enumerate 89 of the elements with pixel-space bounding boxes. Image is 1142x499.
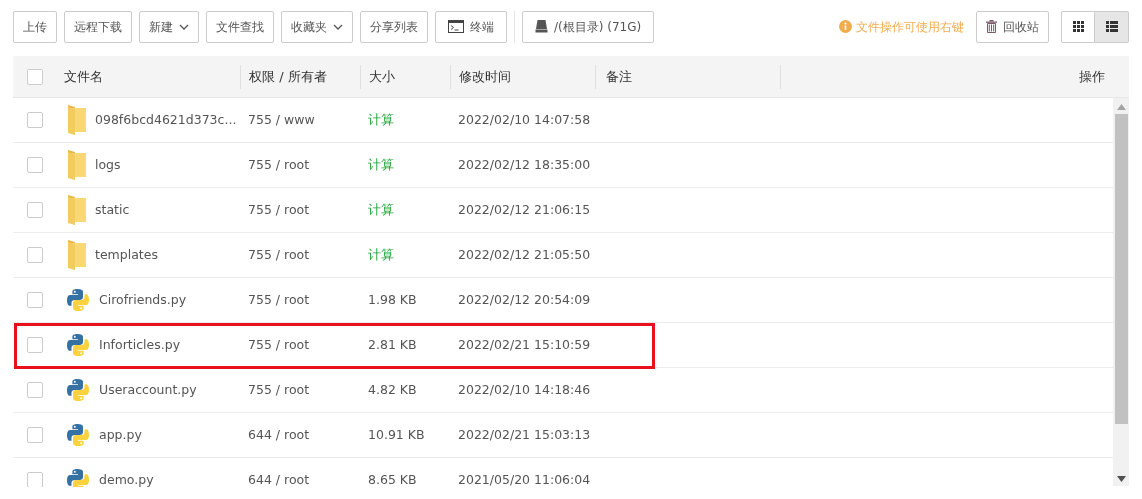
permission-text: 644 / root [248, 426, 310, 442]
toolbar-button[interactable]: 上传 [13, 10, 57, 43]
file-row[interactable]: app.py 644 / root 10.91 KB 2022/02/21 15:03:13 [13, 413, 1113, 458]
row-checkbox[interactable] [26, 427, 43, 443]
grid-icon [1072, 21, 1084, 32]
file-name[interactable]: demo.py [99, 470, 154, 487]
terminal-icon [448, 20, 464, 33]
list-view-button[interactable] [1095, 10, 1129, 43]
file-name[interactable]: Inforticles.py [99, 335, 181, 355]
file-name[interactable]: templates [95, 245, 158, 265]
caret-icon [179, 23, 189, 30]
column-header: 操作 [1079, 67, 1105, 86]
toolbar-button[interactable]: 远程下载 [64, 10, 132, 43]
column-header: 大小 [369, 67, 395, 86]
hint-text: 文件操作可使用右键 [856, 18, 964, 36]
file-row[interactable]: static 755 / root 计算 2022/02/12 21:06:15 [13, 188, 1113, 233]
permission-text: 755 / root [248, 291, 310, 307]
python-icon [66, 378, 90, 402]
modified-time: 2022/02/12 21:05:50 [458, 246, 591, 262]
file-row[interactable]: Useraccount.py 755 / root 4.82 KB 2022/02/10 14:18:46 [13, 368, 1113, 413]
modified-time: 2022/02/10 14:07:58 [458, 111, 591, 127]
column-header: 备注 [606, 67, 632, 86]
file-size: 2.81 KB [368, 336, 417, 352]
row-checkbox[interactable] [26, 472, 43, 487]
python-icon [66, 468, 90, 487]
modified-time: 2022/02/12 20:54:09 [458, 291, 591, 307]
scroll-up-icon[interactable] [1116, 104, 1126, 110]
drive-icon [535, 20, 548, 33]
modified-time: 2022/02/12 21:06:15 [458, 201, 591, 217]
file-name[interactable]: Useraccount.py [99, 380, 197, 400]
column-header: 文件名 [64, 67, 103, 86]
row-checkbox[interactable] [26, 337, 43, 353]
permission-text: 755 / root [248, 246, 310, 262]
python-icon [66, 333, 90, 357]
folder-icon [66, 195, 86, 225]
scrollbar-thumb[interactable] [1114, 114, 1128, 424]
row-checkbox[interactable] [26, 382, 43, 398]
list-icon [1105, 21, 1118, 32]
folder-icon [66, 150, 86, 180]
scroll-down-icon[interactable] [1116, 476, 1126, 482]
python-icon [66, 288, 90, 312]
grid-view-button[interactable] [1061, 10, 1095, 43]
file-row[interactable]: Cirofriends.py 755 / root 1.98 KB 2022/02/12 20:54:09 [13, 278, 1113, 323]
modified-time: 2022/02/21 15:10:59 [458, 336, 591, 352]
modified-time: 2022/02/10 14:18:46 [458, 381, 591, 397]
toolbar-button[interactable]: 终端 [435, 10, 507, 43]
recycle-bin-button[interactable]: 回收站 [976, 10, 1049, 43]
row-checkbox[interactable] [26, 157, 43, 173]
permission-text: 755 / root [248, 201, 310, 217]
file-row[interactable]: demo.py 644 / root 8.65 KB 2021/05/20 11:06:04 [13, 458, 1113, 487]
row-checkbox[interactable] [26, 112, 43, 128]
trash-icon [986, 20, 997, 33]
permission-text: 755 / www [248, 111, 315, 127]
toolbar-button[interactable]: 收藏夹 [281, 10, 353, 43]
file-size: 10.91 KB [368, 426, 425, 442]
toolbar-button[interactable]: 新建 [139, 10, 199, 43]
modified-time: 2022/02/21 15:03:13 [458, 426, 591, 442]
row-checkbox[interactable] [26, 292, 43, 308]
row-checkbox[interactable] [26, 247, 43, 263]
info-icon [839, 20, 852, 33]
permission-text: 755 / root [248, 381, 310, 397]
permission-text: 755 / root [248, 156, 310, 172]
folder-icon [66, 105, 86, 135]
column-header: 修改时间 [459, 67, 511, 86]
select-all-checkbox[interactable] [26, 68, 43, 85]
caret-icon [333, 23, 343, 30]
file-size: 4.82 KB [368, 381, 417, 397]
file-row[interactable]: templates 755 / root 计算 2022/02/12 21:05:50 [13, 233, 1113, 278]
column-header: 权限 / 所有者 [249, 67, 327, 86]
folder-icon [66, 240, 86, 270]
toolbar-button[interactable]: 文件查找 [206, 10, 274, 43]
file-name[interactable]: 098f6bcd4621d373c... [95, 110, 237, 130]
file-name[interactable]: Cirofriends.py [99, 290, 187, 310]
row-checkbox[interactable] [26, 202, 43, 218]
file-size: 1.98 KB [368, 291, 417, 307]
toolbar-button[interactable]: 分享列表 [360, 10, 428, 43]
file-row[interactable]: logs 755 / root 计算 2022/02/12 18:35:00 [13, 143, 1113, 188]
file-name[interactable]: app.py [99, 425, 142, 445]
file-size: 8.65 KB [368, 471, 417, 487]
permission-text: 755 / root [248, 336, 310, 352]
file-name[interactable]: static [95, 200, 130, 220]
file-name[interactable]: logs [95, 155, 121, 175]
toolbar-button[interactable]: /(根目录) (71G) [522, 10, 655, 43]
scrollbar[interactable] [1113, 98, 1129, 486]
file-row[interactable]: 098f6bcd4621d373c... 755 / www 计算 2022/02/10 14:07:58 [13, 98, 1113, 143]
python-icon [66, 423, 90, 447]
modified-time: 2021/05/20 11:06:04 [458, 471, 591, 487]
permission-text: 644 / root [248, 471, 310, 487]
modified-time: 2022/02/12 18:35:00 [458, 156, 591, 172]
